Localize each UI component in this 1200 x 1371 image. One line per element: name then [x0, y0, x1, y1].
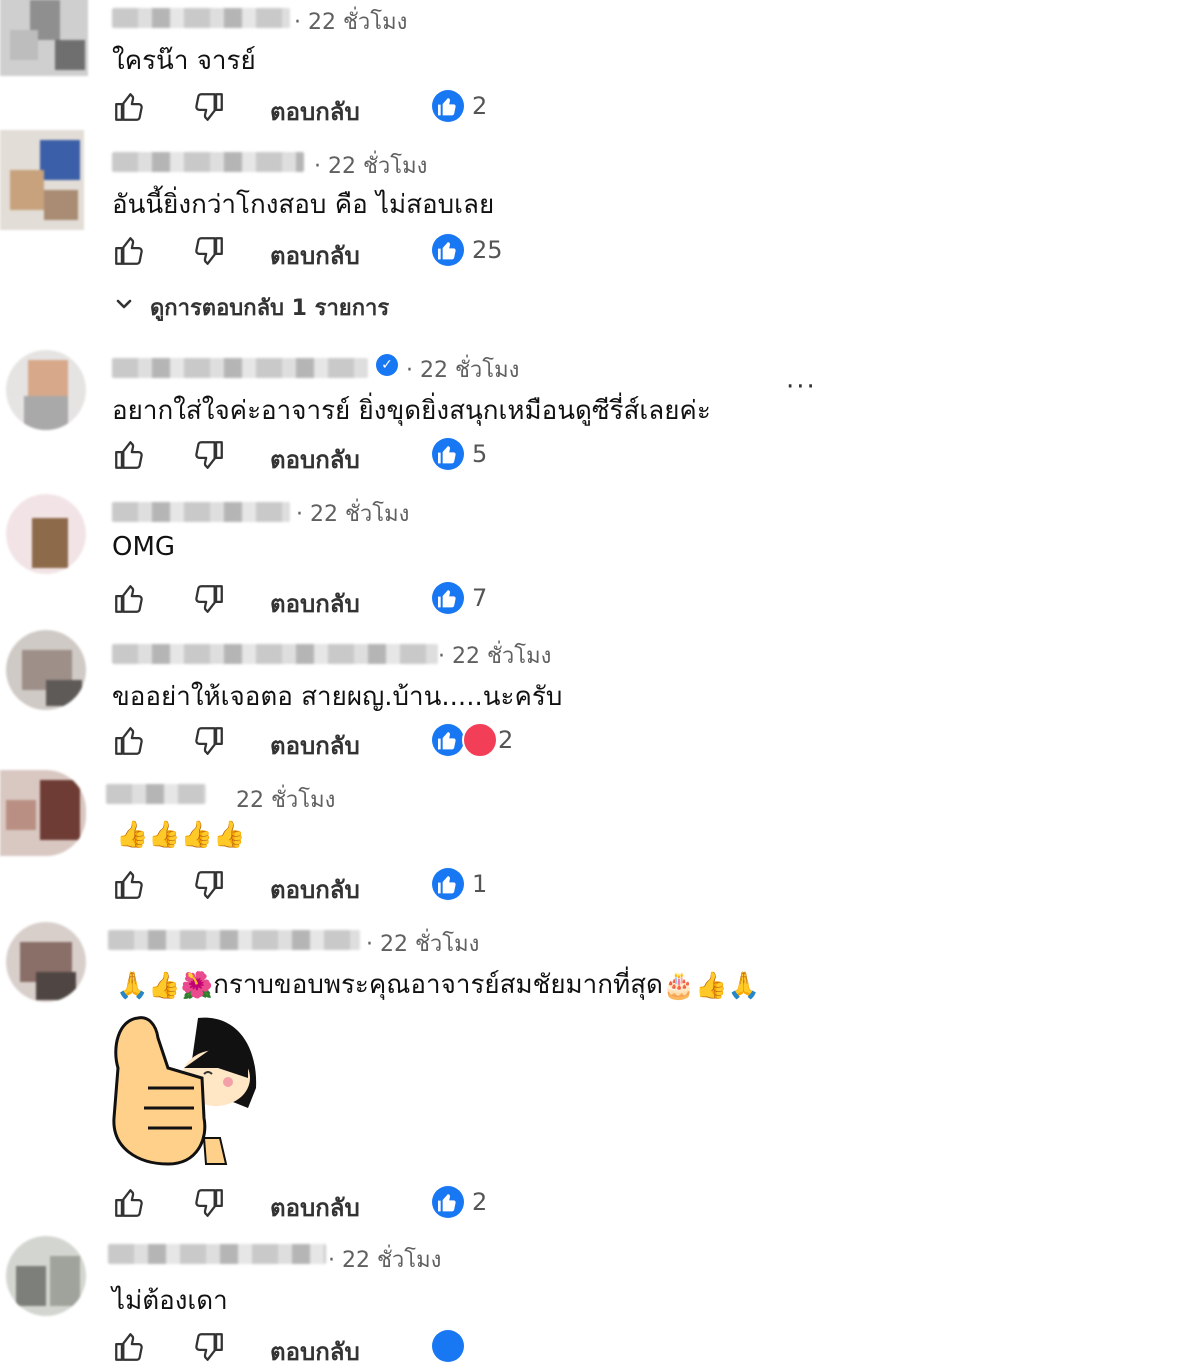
avatar[interactable]: [6, 630, 86, 710]
comment-time: 22 ชั่วโมง: [236, 788, 336, 813]
view-replies-label: ดูการตอบกลับ 1 รายการ: [150, 296, 390, 321]
like-button-icon[interactable]: [112, 1186, 146, 1220]
hibiscus-emoji: 🌺: [180, 970, 214, 1001]
author-name-blurred[interactable]: [108, 1244, 326, 1264]
comment-text: ไม่ต้องเดา: [112, 1286, 228, 1316]
comment-time: · 22 ชั่วโมง: [328, 1248, 442, 1273]
reaction-count: 25: [472, 236, 503, 264]
reaction-count: 2: [472, 92, 488, 120]
author-name-blurred[interactable]: [112, 8, 290, 28]
avatar[interactable]: [0, 0, 88, 76]
like-button-icon[interactable]: [112, 234, 146, 268]
avatar[interactable]: [0, 770, 86, 856]
like-button-icon[interactable]: [112, 438, 146, 472]
reaction-count: 7: [472, 584, 488, 612]
like-button-icon[interactable]: [112, 90, 146, 124]
author-name-blurred[interactable]: [106, 784, 206, 804]
thumbs-up-emoji: 👍: [148, 970, 181, 1001]
folded-hands-emoji: 🙏: [116, 970, 149, 1001]
comment-text: 🙏👍🌺กราบขอบพระคุณอาจารย์สมชัยมากที่สุด🎂👍🙏: [116, 964, 760, 1005]
reply-button[interactable]: ตอบกลับ: [270, 440, 360, 479]
reply-button[interactable]: ตอบกลับ: [270, 1188, 360, 1227]
avatar[interactable]: [0, 130, 84, 230]
like-button-icon[interactable]: [112, 724, 146, 758]
reply-button[interactable]: ตอบกลับ: [270, 92, 360, 131]
like-reaction-icon: [432, 234, 464, 266]
reply-button[interactable]: ตอบกลับ: [270, 236, 360, 275]
comment-text-body: กราบขอบพระคุณอาจารย์สมชัยมากที่สุด: [213, 970, 663, 1000]
like-reaction-icon: [432, 1186, 464, 1218]
like-button-icon[interactable]: [112, 1330, 146, 1364]
like-reaction-icon: [432, 1330, 464, 1362]
reaction-count: 5: [472, 440, 488, 468]
comment-text: อยากใส่ใจค่ะอาจารย์ ยิ่งขุดยิ่งสนุกเหมือ…: [112, 396, 711, 426]
comment-actions: ตอบกลับ 25: [112, 232, 612, 272]
author-name-blurred[interactable]: [108, 930, 360, 950]
comment-time: · 22 ชั่วโมง: [294, 10, 408, 35]
comment-actions: ตอบกลับ 2: [112, 1184, 612, 1224]
comment-time: · 22 ชั่วโมง: [438, 644, 552, 669]
comment-text: 👍👍👍👍: [116, 820, 246, 850]
view-replies-button[interactable]: ดูการตอบกลับ 1 รายการ: [112, 290, 389, 325]
comment-text: OMG: [112, 532, 176, 562]
avatar[interactable]: [6, 494, 86, 574]
dislike-button-icon[interactable]: [192, 1186, 226, 1220]
author-name-blurred[interactable]: [112, 644, 438, 664]
comment-actions: ตอบกลับ 5: [112, 436, 612, 476]
comment-text: ใครน๊า จารย์: [112, 46, 256, 76]
reply-button[interactable]: ตอบกลับ: [270, 584, 360, 623]
like-reaction-icon: [432, 724, 464, 756]
comment-actions: ตอบกลับ 1: [112, 866, 612, 906]
dislike-button-icon[interactable]: [192, 582, 226, 616]
like-reaction-icon: [432, 90, 464, 122]
reaction-count: 2: [472, 1188, 488, 1216]
reply-button[interactable]: ตอบกลับ: [270, 870, 360, 909]
dislike-button-icon[interactable]: [192, 90, 226, 124]
comment-actions: ตอบกลับ 2: [112, 722, 612, 762]
like-button-icon[interactable]: [112, 868, 146, 902]
cake-emoji: 🎂: [662, 970, 696, 1001]
author-name-blurred[interactable]: [112, 358, 368, 378]
dislike-button-icon[interactable]: [192, 724, 226, 758]
comment-actions: ตอบกลับ 7: [112, 580, 612, 620]
heart-reaction-icon: [462, 722, 498, 758]
author-name-blurred[interactable]: [112, 152, 304, 172]
dislike-button-icon[interactable]: [192, 234, 226, 268]
folded-hands-emoji: 🙏: [727, 970, 761, 1001]
verified-badge-icon: ✓: [376, 354, 398, 376]
thumbs-up-emoji: 👍: [695, 970, 728, 1001]
like-button-icon[interactable]: [112, 582, 146, 616]
avatar[interactable]: [6, 350, 86, 430]
avatar[interactable]: [6, 1236, 86, 1316]
comment-time: · 22 ชั่วโมง: [366, 932, 480, 957]
like-reaction-icon: [432, 582, 464, 614]
comment-text: อันนี้ยิ่งกว่าโกงสอบ คือ ไม่สอบเลย: [112, 190, 495, 220]
reaction-count: 1: [472, 870, 488, 898]
avatar[interactable]: [6, 922, 86, 1002]
chevron-down-icon: [116, 299, 132, 309]
reaction-count: 2: [498, 726, 514, 754]
thumbs-up-sticker-image[interactable]: [108, 1008, 268, 1168]
reply-button[interactable]: ตอบกลับ: [270, 726, 360, 765]
comment-actions: ตอบกลับ: [112, 1328, 612, 1368]
comment-time: · 22 ชั่วโมง: [296, 502, 410, 527]
dislike-button-icon[interactable]: [192, 438, 226, 472]
comment-text: ขออย่าให้เจอตอ สายผญ.บ้าน.....นะครับ: [112, 682, 563, 712]
comment-actions: ตอบกลับ 2: [112, 88, 612, 128]
comment-time: · 22 ชั่วโมง: [406, 358, 520, 383]
dislike-button-icon[interactable]: [192, 1330, 226, 1364]
like-reaction-icon: [432, 868, 464, 900]
dislike-button-icon[interactable]: [192, 868, 226, 902]
author-name-blurred[interactable]: [112, 502, 290, 522]
like-reaction-icon: [432, 438, 464, 470]
comment-time: · 22 ชั่วโมง: [314, 154, 428, 179]
more-options-button[interactable]: ···: [786, 372, 817, 402]
